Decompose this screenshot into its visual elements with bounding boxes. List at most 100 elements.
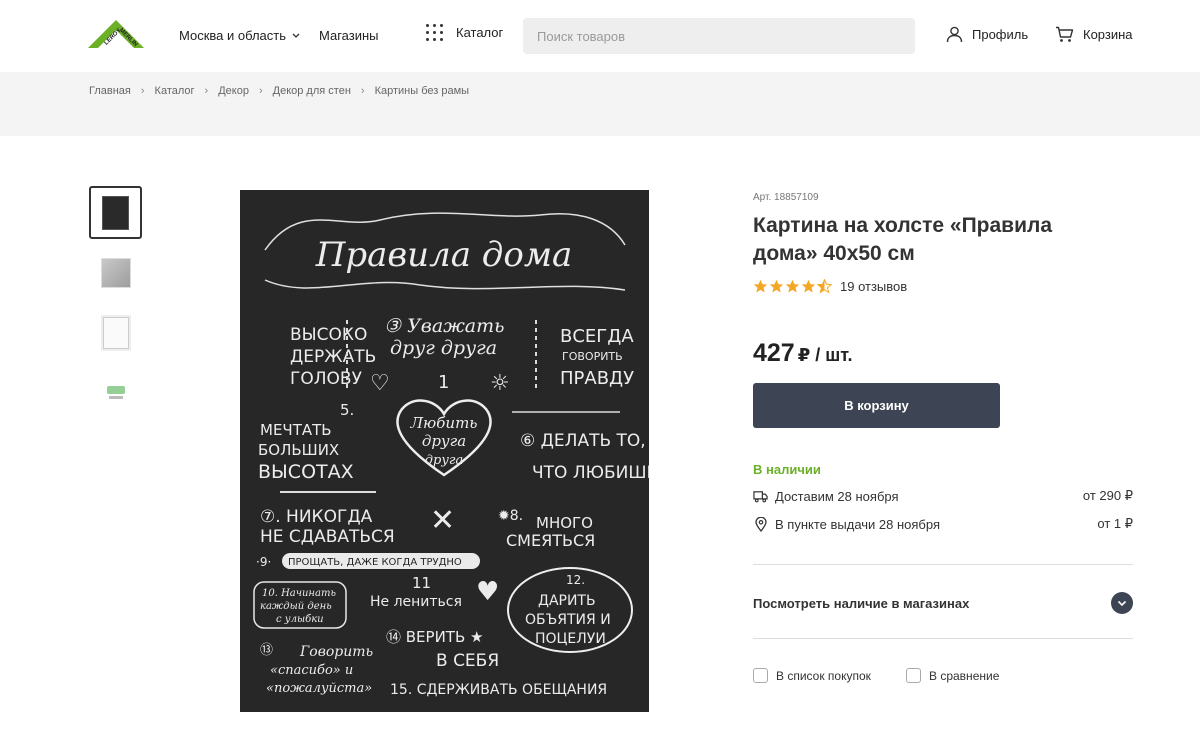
chevron-down-icon[interactable] [1111, 592, 1133, 614]
rule-10: с улыбки [276, 614, 324, 625]
star-icon [785, 279, 800, 293]
site-header: LEROY MERLIN Москва и область Магазины К… [0, 0, 1200, 72]
rule-4: ВСЕГДА [560, 326, 634, 347]
rule-14: В СЕБЯ [436, 651, 499, 671]
stock-status: В наличии [753, 462, 821, 477]
region-label: Москва и область [179, 28, 287, 43]
delivery-row: Доставим 28 ноября от 290 ₽ [753, 488, 1133, 504]
product-image[interactable]: Правила дома ВЫСОКО ДЕРЖАТЬ ГОЛОВУ ③ Ува… [240, 190, 649, 712]
rule-love: друга [422, 432, 466, 450]
reviews-link[interactable]: 19 отзывов [840, 279, 907, 294]
rule-3: друг друга [390, 337, 497, 359]
shopping-list-label: В список покупок [776, 668, 871, 683]
thumbnail-1[interactable] [89, 186, 142, 239]
breadcrumb-item[interactable]: Картины без рамы [375, 85, 469, 97]
star-icon [769, 279, 784, 293]
checkbox[interactable] [753, 668, 768, 683]
thumb-image [105, 384, 127, 402]
rule-4: ПРАВДУ [560, 368, 634, 389]
profile-link[interactable]: Профиль [946, 26, 1028, 43]
logo[interactable]: LEROY MERLIN [88, 16, 144, 52]
add-to-cart-button[interactable]: В корзину [753, 383, 1000, 428]
delivery-cost: от 290 ₽ [1082, 488, 1133, 503]
rule-9-num: ·9· [256, 555, 271, 569]
chevron-right-icon: › [204, 85, 209, 97]
rule-13: «спасибо» и [270, 663, 353, 678]
rule-5-num: 5. [340, 401, 354, 419]
rule-12: ДАРИТЬ [538, 593, 596, 609]
shopping-list-checkbox[interactable]: В список покупок [753, 668, 871, 683]
rule-14: ⑭ ВЕРИТЬ ★ [386, 628, 483, 646]
price-value: 427 [753, 339, 795, 367]
heart-icon: ♥ [476, 577, 499, 607]
rule-1: 1 [438, 372, 449, 393]
rule-5: БОЛЬШИХ [258, 441, 339, 459]
rule-love: Любить [410, 414, 478, 432]
pickup-cost: от 1 ₽ [1097, 516, 1133, 531]
rule-10: каждый день [260, 601, 332, 612]
rule-3: ③ Уважать [384, 315, 504, 337]
rule-13: Говорить [299, 644, 373, 660]
rule-4: ГОВОРИТЬ [562, 350, 623, 363]
rule-2: ГОЛОВУ [290, 369, 363, 389]
rule-11-num: 11 [412, 574, 431, 592]
thumbnail-4[interactable] [89, 366, 142, 419]
pickup-row: В пункте выдачи 28 ноября от 1 ₽ [753, 516, 1133, 532]
stores-link[interactable]: Магазины [319, 28, 379, 43]
chevron-down-icon [292, 33, 300, 38]
rule-6: ⑥ ДЕЛАТЬ ТО, [520, 431, 646, 451]
thumbnail-3[interactable] [89, 306, 142, 359]
breadcrumb-band: Главная › Каталог › Декор › Декор для ст… [0, 72, 1200, 136]
breadcrumb: Главная › Каталог › Декор › Декор для ст… [89, 85, 469, 97]
rule-11: Не лениться [370, 594, 462, 610]
breadcrumb-item[interactable]: Главная [89, 85, 131, 97]
region-selector[interactable]: Москва и область [179, 28, 300, 43]
store-availability-label: Посмотреть наличие в магазинах [753, 595, 970, 611]
grid-menu-icon [426, 24, 443, 41]
catalog-button[interactable]: Каталог [426, 24, 503, 41]
divider [753, 638, 1133, 639]
store-availability-toggle[interactable]: Посмотреть наличие в магазинах [753, 592, 1133, 614]
divider [753, 564, 1133, 565]
compare-checkbox[interactable]: В сравнение [906, 668, 999, 683]
rule-8: ✹8. [498, 508, 523, 524]
rule-12: 12. [566, 573, 585, 587]
star-icon [753, 279, 768, 293]
rule-2: ДЕРЖАТЬ [290, 347, 376, 367]
chevron-right-icon: › [258, 85, 263, 97]
rule-7: НЕ СДАВАТЬСЯ [260, 527, 395, 547]
rule-6: ЧТО ЛЮБИШЬ [532, 463, 649, 483]
rule-laugh: СМЕЯТЬСЯ [506, 531, 595, 550]
pickup-text: В пункте выдачи 28 ноября [775, 516, 941, 532]
rule-5: ВЫСОТАХ [258, 461, 354, 483]
heart-icon: ♡ [370, 371, 390, 396]
cart-link[interactable]: Корзина [1055, 26, 1133, 43]
rating-block[interactable]: 19 отзывов [753, 279, 907, 294]
cart-icon [1056, 26, 1074, 42]
thumbnail-2[interactable] [89, 246, 142, 299]
search-input[interactable] [523, 18, 915, 54]
rule-10: 10. Начинать [262, 588, 336, 599]
thumb-image [102, 316, 129, 349]
sun-icon: ☼ [490, 371, 510, 396]
catalog-label: Каталог [456, 25, 504, 40]
rule-13-num: ⑬ [260, 643, 273, 658]
rule-7: ⑦. НИКОГДА [260, 507, 373, 527]
breadcrumb-item[interactable]: Декор [218, 85, 249, 97]
rule-12: ПОЦЕЛУИ [535, 631, 606, 647]
breadcrumb-item[interactable]: Декор для стен [273, 85, 351, 97]
rule-love: друга [425, 453, 463, 468]
thumbnail-list [89, 186, 142, 426]
checkbox[interactable] [906, 668, 921, 683]
rule-2: ВЫСОКО [290, 325, 367, 345]
user-icon [946, 26, 963, 43]
rule-5: МЕЧТАТЬ [260, 421, 332, 439]
chevron-right-icon: › [140, 85, 145, 97]
location-pin-icon [753, 516, 768, 532]
arrows-icon: ✕ [430, 503, 455, 538]
artwork-title: Правила дома [315, 235, 573, 275]
truck-icon [753, 489, 768, 504]
rating-stars [753, 279, 832, 294]
rule-9: ПРОЩАТЬ, ДАЖЕ КОГДА ТРУДНО [288, 557, 462, 568]
breadcrumb-item[interactable]: Каталог [155, 85, 195, 97]
